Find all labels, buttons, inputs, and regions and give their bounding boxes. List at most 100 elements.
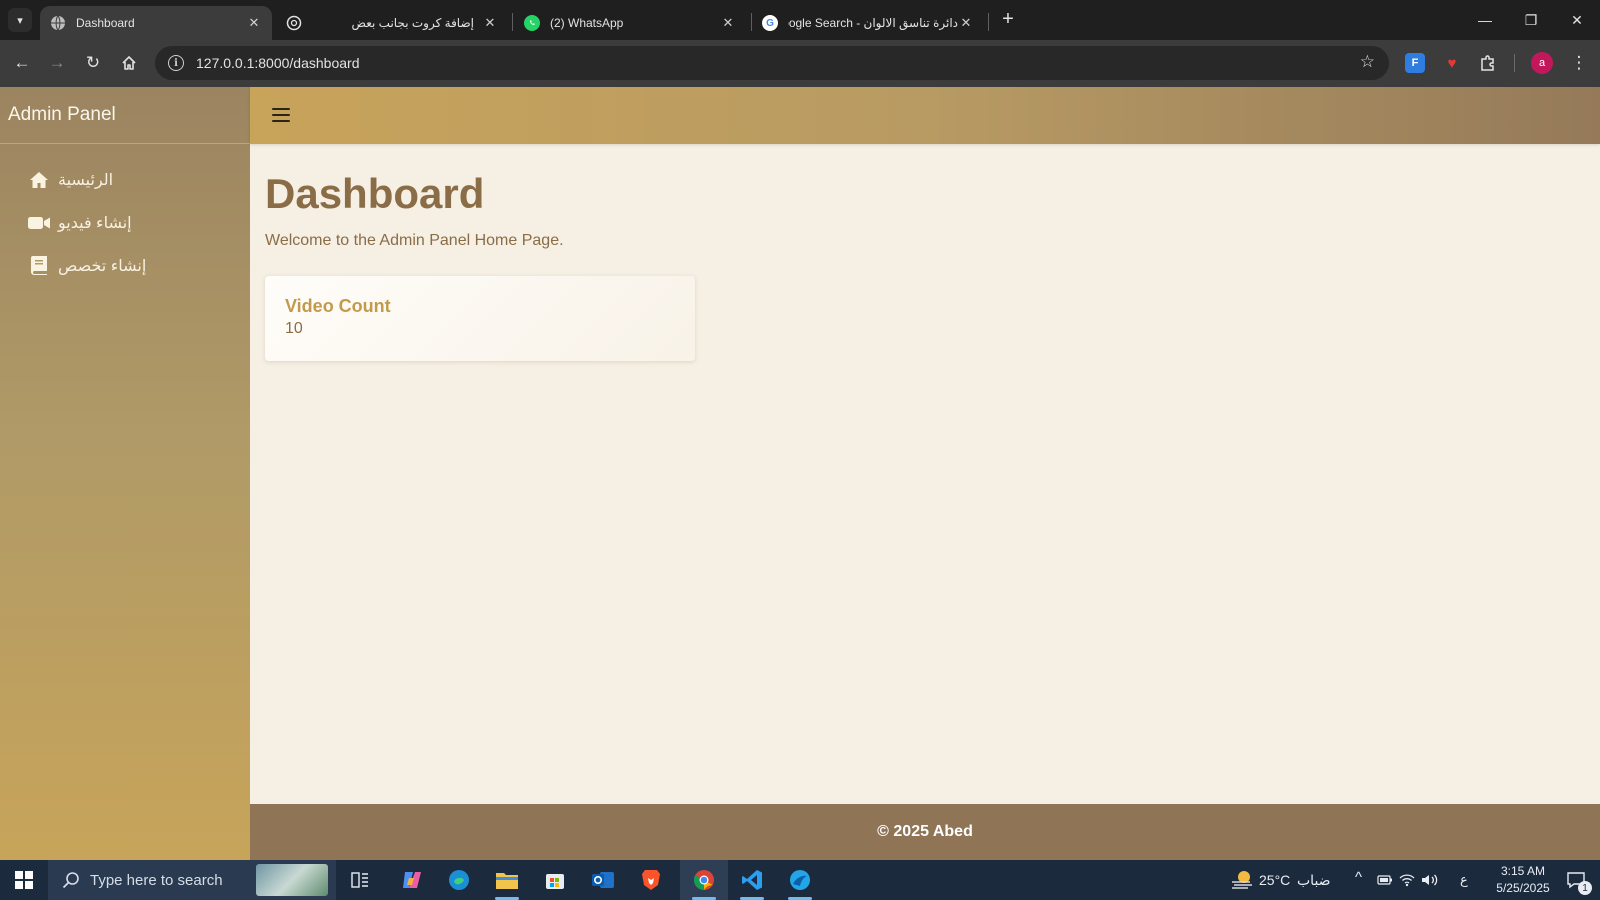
extensions-puzzle-icon[interactable]	[1478, 53, 1498, 73]
reload-icon: ↻	[85, 53, 101, 72]
profile-avatar[interactable]: a	[1531, 52, 1553, 74]
clock-date: 5/25/2025	[1496, 881, 1550, 895]
bookmark-star-icon[interactable]: ☆	[1360, 52, 1375, 72]
show-hidden-icons-chevron-icon[interactable]: ^	[1355, 869, 1362, 886]
tab-divider	[988, 13, 989, 31]
outlook-app[interactable]	[579, 860, 627, 900]
chevron-down-icon: ▾	[17, 14, 23, 27]
microsoft-store-app[interactable]	[531, 860, 579, 900]
vscode-app[interactable]	[728, 860, 776, 900]
battery-icon[interactable]	[1377, 874, 1393, 886]
windows-taskbar: Type here to search 25°C ضباب ^ ع 3:15 A…	[0, 860, 1600, 900]
forward-button[interactable]: →	[44, 50, 70, 76]
page-footer: © 2025 Abed	[250, 804, 1600, 860]
sidebar-item-home[interactable]: الرئيسية	[0, 158, 250, 201]
app-blue-icon	[790, 870, 810, 890]
site-info-icon[interactable]: i	[168, 55, 184, 71]
arrow-right-icon: →	[48, 53, 66, 72]
sidebar: Admin Panel الرئيسية إنشاء فيديو إنشاء ت…	[0, 87, 250, 860]
home-icon	[28, 169, 50, 191]
outlook-icon	[592, 872, 614, 888]
extension-fi-icon[interactable]: F	[1405, 53, 1425, 73]
welcome-text: Welcome to the Admin Panel Home Page.	[265, 232, 564, 249]
taskbar-search-box[interactable]: Type here to search	[48, 860, 336, 900]
openai-icon	[286, 15, 302, 31]
brave-icon	[642, 870, 660, 890]
sidebar-item-label: الرئيسية	[58, 171, 114, 189]
page-viewport: Admin Panel الرئيسية إنشاء فيديو إنشاء ت…	[0, 87, 1600, 860]
file-explorer-app[interactable]	[483, 860, 531, 900]
weather-widget-icon[interactable]	[1228, 860, 1256, 900]
sidebar-item-create-video[interactable]: إنشاء فيديو	[0, 201, 250, 244]
tab-close-icon[interactable]: ✕	[720, 15, 736, 31]
restore-button[interactable]: ❐	[1508, 0, 1554, 40]
edge-app[interactable]	[435, 860, 483, 900]
edge-icon	[449, 870, 469, 890]
start-button[interactable]	[0, 860, 48, 900]
taskbar-search-placeholder: Type here to search	[90, 871, 223, 889]
tab-search-button[interactable]: ▾	[8, 8, 32, 32]
copilot-icon	[403, 872, 421, 888]
task-view-button[interactable]	[336, 860, 384, 900]
windows-logo-icon	[15, 871, 33, 889]
weather-temperature[interactable]: 25°C	[1259, 872, 1290, 888]
tab-google-search[interactable]: G دائرة تناسق الالوان - Google Search ✕	[752, 6, 984, 40]
brave-app[interactable]	[627, 860, 675, 900]
main-content: Dashboard Welcome to the Admin Panel Hom…	[265, 144, 1585, 361]
card-value: 10	[285, 320, 303, 337]
pinned-app[interactable]	[776, 860, 824, 900]
store-icon	[546, 874, 564, 889]
close-window-button[interactable]: ✕	[1554, 0, 1600, 40]
notification-count-badge: 1	[1578, 881, 1592, 895]
sidebar-brand[interactable]: Admin Panel	[0, 87, 250, 144]
video-camera-icon	[28, 212, 50, 234]
sidebar-item-create-specialty[interactable]: إنشاء تخصص	[0, 244, 250, 287]
toolbar-divider	[1514, 54, 1515, 72]
tab-close-icon[interactable]: ✕	[246, 15, 262, 31]
card-title: Video Count	[285, 296, 391, 316]
tab-close-icon[interactable]: ✕	[482, 15, 498, 31]
tab-dashboard[interactable]: Dashboard ✕	[40, 6, 272, 40]
tab-title: Dashboard	[76, 16, 135, 30]
input-language-indicator[interactable]: ع	[1460, 872, 1468, 888]
search-highlight-image	[256, 864, 328, 896]
new-tab-button[interactable]: +	[996, 8, 1020, 32]
globe-icon	[50, 15, 66, 31]
volume-icon[interactable]	[1421, 873, 1439, 887]
tab-title: إضافة كروت بجانب بعض	[351, 16, 474, 30]
tab-divider	[512, 13, 513, 31]
sidebar-nav: الرئيسية إنشاء فيديو إنشاء تخصص	[0, 144, 250, 287]
arrow-left-icon: ←	[13, 53, 31, 72]
footer-copyright: © 2025 Abed	[877, 823, 973, 840]
notification-center-button[interactable]: 1	[1556, 860, 1596, 900]
taskbar-clock[interactable]: 3:15 AM 5/25/2025	[1480, 863, 1566, 897]
tab-chatgpt[interactable]: إضافة كروت بجانب بعض ✕	[276, 6, 508, 40]
book-icon	[28, 255, 50, 277]
tab-whatsapp[interactable]: (2) WhatsApp ✕	[514, 6, 746, 40]
reload-button[interactable]: ↻	[80, 50, 106, 76]
copilot-app[interactable]	[387, 860, 435, 900]
sidebar-item-label: إنشاء تخصص	[58, 257, 147, 275]
home-icon	[122, 56, 136, 70]
minimize-button[interactable]: —	[1462, 0, 1508, 40]
extension-heart-icon[interactable]: ♥	[1442, 53, 1462, 73]
browser-toolbar: ← → ↻ i 127.0.0.1:8000/dashboard ☆ F ♥ a…	[0, 40, 1600, 87]
top-navbar	[250, 87, 1600, 144]
page-title: Dashboard	[265, 170, 485, 217]
search-icon	[62, 872, 79, 889]
home-button[interactable]	[116, 50, 142, 76]
back-button[interactable]: ←	[9, 50, 35, 76]
folder-icon	[496, 873, 518, 889]
sidebar-item-label: إنشاء فيديو	[58, 214, 132, 232]
browser-menu-button[interactable]: ⋮	[1566, 50, 1592, 76]
whatsapp-icon	[524, 15, 540, 31]
chrome-icon	[693, 870, 714, 891]
vscode-icon	[742, 870, 762, 890]
chrome-app[interactable]	[680, 860, 728, 900]
weather-description[interactable]: ضباب	[1297, 872, 1331, 889]
address-bar[interactable]: i 127.0.0.1:8000/dashboard ☆	[155, 46, 1389, 80]
wifi-icon[interactable]	[1399, 873, 1415, 887]
google-icon: G	[762, 15, 778, 31]
tab-close-icon[interactable]: ✕	[958, 15, 974, 31]
hamburger-menu-icon[interactable]	[272, 106, 290, 124]
